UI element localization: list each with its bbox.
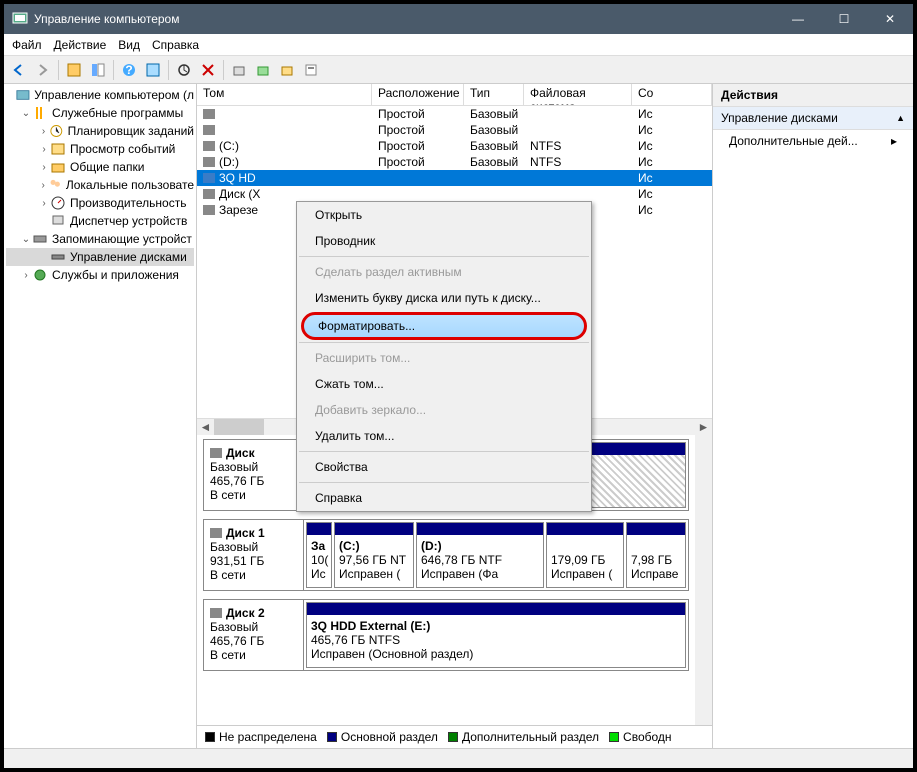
disk-block-2: Диск 2 Базовый 465,76 ГБ В сети 3Q HDD E… (203, 599, 689, 671)
menu-help[interactable]: Справка (152, 38, 199, 52)
ctx-delete[interactable]: Удалить том... (297, 423, 591, 449)
col-fs[interactable]: Файловая система (524, 84, 632, 105)
disk-info: Диск Базовый 465,76 ГБ В сети (204, 440, 304, 510)
tree-disk-mgmt[interactable]: Управление дисками (6, 248, 194, 266)
legend-free: Свободн (623, 730, 672, 744)
legend-extended: Дополнительный раздел (462, 730, 599, 744)
forward-button[interactable] (32, 59, 54, 81)
actions-diskmgmt[interactable]: Управление дисками▲ (713, 107, 913, 130)
action2-button[interactable] (252, 59, 274, 81)
minimize-button[interactable]: — (775, 4, 821, 34)
tree-performance[interactable]: ›Производительность (6, 194, 194, 212)
titlebar: Управление компьютером — ☐ ✕ (4, 4, 913, 34)
menu-action[interactable]: Действие (54, 38, 107, 52)
ctx-format[interactable]: Форматировать... (301, 312, 587, 340)
action4-button[interactable] (300, 59, 322, 81)
legend-primary: Основной раздел (341, 730, 438, 744)
ctx-open[interactable]: Открыть (297, 202, 591, 228)
tree-system-tools[interactable]: ⌄Служебные программы (6, 104, 194, 122)
ctx-properties[interactable]: Свойства (297, 454, 591, 480)
ctx-explorer[interactable]: Проводник (297, 228, 591, 254)
volume-row-selected[interactable]: 3Q HDИс (197, 170, 712, 186)
ctx-change-letter[interactable]: Изменить букву диска или путь к диску... (297, 285, 591, 311)
actions-panel: Действия Управление дисками▲ Дополнитель… (713, 84, 913, 748)
statusbar (4, 748, 913, 768)
disk-block-1: Диск 1 Базовый 931,51 ГБ В сети За10(Ис … (203, 519, 689, 591)
context-menu: Открыть Проводник Сделать раздел активны… (296, 201, 592, 512)
tree-storage[interactable]: ⌄Запоминающие устройст (6, 230, 194, 248)
tree-scheduler[interactable]: ›Планировщик заданий (6, 122, 194, 140)
close-button[interactable]: ✕ (867, 4, 913, 34)
window-title: Управление компьютером (34, 12, 775, 26)
tree-device-mgr[interactable]: Диспетчер устройств (6, 212, 194, 230)
col-tom[interactable]: Том (197, 84, 372, 105)
legend-unalloc: Не распределена (219, 730, 317, 744)
col-status[interactable]: Со (632, 84, 712, 105)
disk-info: Диск 2 Базовый 465,76 ГБ В сети (204, 600, 304, 670)
partition[interactable]: 3Q HDD External (E:)465,76 ГБ NTFSИсправ… (306, 602, 686, 668)
disk-info: Диск 1 Базовый 931,51 ГБ В сети (204, 520, 304, 590)
tree-root[interactable]: Управление компьютером (л (6, 86, 194, 104)
actions-more[interactable]: Дополнительные дей...▸ (713, 130, 913, 152)
svg-text:?: ? (125, 63, 132, 77)
tree-event-viewer[interactable]: ›Просмотр событий (6, 140, 194, 158)
volume-row[interactable]: (D:)ПростойБазовыйNTFSИс (197, 154, 712, 170)
ctx-extend: Расширить том... (297, 345, 591, 371)
volume-row[interactable]: (C:)ПростойБазовыйNTFSИс (197, 138, 712, 154)
tree-local-users[interactable]: ›Локальные пользовате (6, 176, 194, 194)
volume-row[interactable]: Диск (XИс (197, 186, 712, 202)
action1-button[interactable] (228, 59, 250, 81)
partition[interactable]: (D:)646,78 ГБ NTFИсправен (Фа (416, 522, 544, 588)
window-buttons: — ☐ ✕ (775, 4, 913, 34)
maximize-button[interactable]: ☐ (821, 4, 867, 34)
view-button[interactable] (142, 59, 164, 81)
actions-header: Действия (713, 84, 913, 107)
delete-button[interactable] (197, 59, 219, 81)
chevron-right-icon: ▸ (891, 134, 897, 148)
properties-button[interactable] (87, 59, 109, 81)
show-hide-tree-button[interactable] (63, 59, 85, 81)
vscroll[interactable] (695, 435, 712, 725)
tree-shared-folders[interactable]: ›Общие папки (6, 158, 194, 176)
collapse-icon: ▲ (896, 113, 905, 123)
ctx-make-active: Сделать раздел активным (297, 259, 591, 285)
volume-list-header: Том Расположение Тип Файловая система Со (197, 84, 712, 106)
legend: Не распределена Основной раздел Дополнит… (197, 725, 712, 748)
partition[interactable]: 7,98 ГБИсправе (626, 522, 686, 588)
ctx-add-mirror: Добавить зеркало... (297, 397, 591, 423)
ctx-shrink[interactable]: Сжать том... (297, 371, 591, 397)
partition[interactable]: 179,09 ГБИсправен ( (546, 522, 624, 588)
volume-row[interactable]: ПростойБазовыйИс (197, 106, 712, 122)
partition[interactable]: За10(Ис (306, 522, 332, 588)
volume-row[interactable]: ПростойБазовыйИс (197, 122, 712, 138)
help-button[interactable]: ? (118, 59, 140, 81)
menu-view[interactable]: Вид (118, 38, 140, 52)
ctx-help[interactable]: Справка (297, 485, 591, 511)
computer-mgmt-icon (12, 11, 28, 27)
action3-button[interactable] (276, 59, 298, 81)
back-button[interactable] (8, 59, 30, 81)
col-layout[interactable]: Расположение (372, 84, 464, 105)
menubar: Файл Действие Вид Справка (4, 34, 913, 56)
menu-file[interactable]: Файл (12, 38, 42, 52)
refresh-button[interactable] (173, 59, 195, 81)
toolbar: ? (4, 56, 913, 84)
col-type[interactable]: Тип (464, 84, 524, 105)
tree-services[interactable]: ›Службы и приложения (6, 266, 194, 284)
tree-panel: Управление компьютером (л ⌄Служебные про… (4, 84, 197, 748)
partition[interactable]: (C:)97,56 ГБ NTИсправен ( (334, 522, 414, 588)
